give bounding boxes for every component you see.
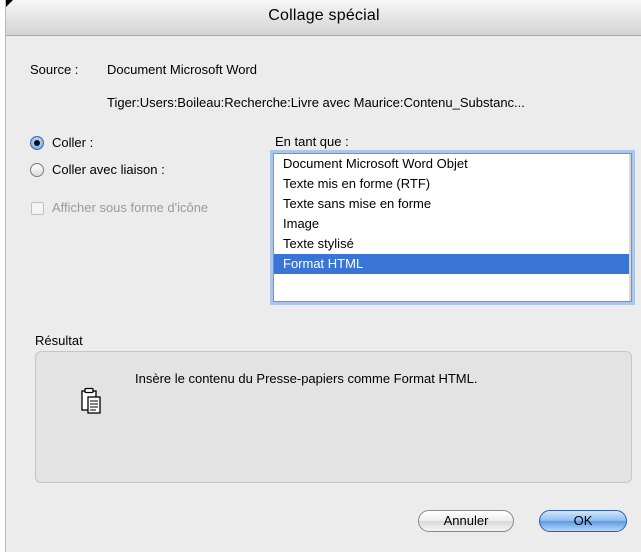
window-title: Collage spécial bbox=[268, 7, 380, 24]
paste-label[interactable]: Coller : bbox=[52, 135, 93, 150]
list-item-image[interactable]: Image bbox=[274, 214, 631, 234]
as-type-label: En tant que : bbox=[275, 134, 349, 149]
show-as-icon-label: Afficher sous forme d'icône bbox=[52, 200, 209, 215]
window-corner bbox=[6, 0, 13, 7]
listbox-scrollbar[interactable] bbox=[629, 154, 631, 301]
result-description: Insère le contenu du Presse-papiers comm… bbox=[135, 371, 478, 386]
paste-special-dialog: Collage spécial Source : Document Micros… bbox=[5, 0, 641, 552]
paste-link-label[interactable]: Coller avec liaison : bbox=[52, 162, 165, 177]
as-type-listbox[interactable]: Document Microsoft Word Objet Texte mis … bbox=[273, 153, 632, 302]
list-item-rtf[interactable]: Texte mis en forme (RTF) bbox=[274, 174, 631, 194]
paste-link-radio[interactable] bbox=[30, 163, 44, 177]
source-path: Tiger:Users:Boileau:Recherche:Livre avec… bbox=[107, 95, 525, 110]
list-item-styled-text[interactable]: Texte stylisé bbox=[274, 234, 631, 254]
list-item-html-format[interactable]: Format HTML bbox=[274, 254, 631, 274]
ok-button[interactable]: OK bbox=[539, 510, 627, 532]
cancel-button[interactable]: Annuler bbox=[418, 510, 514, 532]
result-title: Résultat bbox=[35, 333, 83, 348]
source-document: Document Microsoft Word bbox=[107, 62, 258, 77]
source-label: Source : bbox=[30, 62, 79, 77]
title-bar[interactable]: Collage spécial bbox=[6, 0, 641, 36]
list-item-word-object[interactable]: Document Microsoft Word Objet bbox=[274, 154, 631, 174]
clipboard-icon bbox=[81, 387, 101, 414]
show-as-icon-checkbox[interactable] bbox=[31, 202, 44, 215]
paste-radio[interactable] bbox=[30, 136, 44, 150]
list-item-plain-text[interactable]: Texte sans mise en forme bbox=[274, 194, 631, 214]
result-groupbox: Insère le contenu du Presse-papiers comm… bbox=[35, 351, 632, 483]
